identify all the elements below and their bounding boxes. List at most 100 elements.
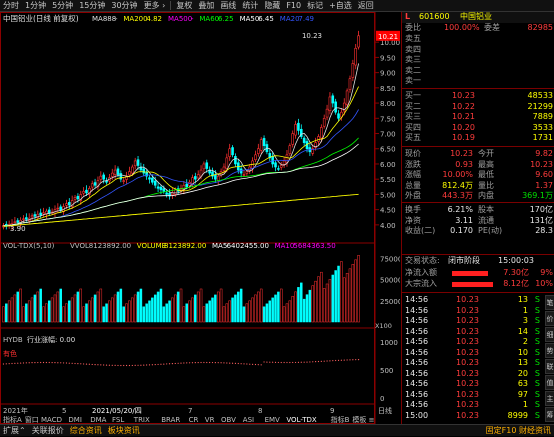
statusbar-right[interactable]: 固定F10 财经资讯	[483, 425, 554, 437]
toolbar-item-14[interactable]: 返回	[355, 0, 377, 12]
volume-bar	[142, 306, 146, 323]
side-tab[interactable]: 势	[545, 343, 554, 358]
indicator-tab: OBV	[221, 416, 236, 424]
stat-row: 净资 3.11 流通 131亿	[402, 216, 554, 227]
candle-body	[325, 108, 329, 118]
statusbar-item-0[interactable]: 扩展⌃	[0, 425, 29, 437]
statusbar-item-1[interactable]: 关联报价	[29, 425, 67, 437]
candle-body	[348, 78, 352, 90]
volume-bar	[27, 300, 31, 323]
stats-divider-2	[402, 202, 554, 203]
toolbar-item-11[interactable]: F10	[283, 0, 304, 12]
volume-bar	[297, 287, 300, 323]
volume-bar	[25, 303, 28, 323]
volume-bar	[93, 294, 97, 323]
stat-value: 10.23	[530, 159, 553, 169]
ma-label-value: 6.45	[258, 15, 274, 23]
stat-value: 3.11	[455, 215, 473, 225]
toolbar-item-4[interactable]: 30分钟	[108, 0, 140, 12]
netflow-row: 净流入额 7.30亿 9%	[402, 268, 554, 279]
netflow-pct: 10%	[535, 279, 553, 288]
candle-body	[102, 174, 105, 180]
candle-body	[285, 154, 289, 163]
toolbar-item-12[interactable]: 标记	[304, 0, 326, 12]
vol-series-name: VVOL	[70, 242, 89, 250]
side-tab[interactable]: 价	[545, 311, 554, 326]
volume-bar	[105, 303, 108, 323]
side-tab[interactable]: 值	[545, 375, 554, 390]
hydb-dot	[100, 364, 102, 366]
volume-bar	[99, 288, 103, 323]
chart-title: 中国铝业(日线 前复权)	[3, 13, 79, 23]
volume-bar	[328, 279, 332, 323]
side-tab[interactable]: 联	[545, 359, 554, 374]
volume-bar	[228, 300, 231, 323]
toolbar-item-0[interactable]: 分时	[0, 0, 22, 12]
toolbar-item-2[interactable]: 5分钟	[49, 0, 76, 12]
sell-row: 卖二	[402, 66, 554, 77]
toolbar-item-10[interactable]: 隐藏	[261, 0, 283, 12]
sell-label: 卖一	[405, 76, 421, 86]
candle-body	[113, 169, 117, 175]
toolbar-item-13[interactable]: +自选	[326, 0, 355, 12]
toolbar-item-7[interactable]: 叠加	[195, 0, 217, 12]
volume-bar	[108, 300, 111, 323]
trade-status-time: 15:00:03	[498, 256, 534, 265]
hydb-dot	[17, 362, 19, 364]
toolbar-item-8[interactable]: 画线	[217, 0, 239, 12]
side-tab[interactable]: 主	[545, 391, 554, 406]
statusbar-item-3[interactable]: 板块资讯	[105, 425, 143, 437]
tick-dir: S	[534, 347, 540, 357]
toolbar-item-9[interactable]: 统计	[239, 0, 261, 12]
hydb-dot	[163, 363, 165, 365]
tick-row: 14:56 10.23 13 S	[402, 358, 542, 369]
ma-label-value: 6.25	[218, 15, 234, 23]
indicator-tab: FSL	[112, 416, 124, 424]
hydb-dot	[312, 361, 314, 363]
tick-price: 10.23	[456, 305, 479, 315]
hydb-dot	[315, 361, 317, 363]
hydb-dot	[125, 364, 128, 367]
chart-area[interactable]: 中国铝业(日线 前复权) MA888- MA200 4.82 MA500- MA60 6.2…	[0, 12, 402, 424]
tick-vol: 10	[517, 347, 528, 357]
candle-body	[73, 197, 77, 200]
toolbar-item-6[interactable]: 复权	[173, 0, 195, 12]
hydb-dot	[357, 358, 360, 361]
stat-label: 收益(二)	[405, 226, 436, 236]
volume-bar	[68, 300, 71, 323]
side-tab[interactable]: 笔	[545, 295, 554, 310]
side-tab[interactable]: 细	[545, 327, 554, 342]
candle-body	[16, 220, 20, 223]
toolbar-item-3[interactable]: 15分钟	[76, 0, 108, 12]
tick-vol: 97	[517, 389, 528, 399]
toolbar-item-1[interactable]: 1分钟	[22, 0, 49, 12]
candle-body	[133, 160, 137, 167]
stats-divider-3	[402, 254, 554, 255]
volume-bar	[317, 276, 320, 323]
candle-body	[322, 117, 326, 127]
volume-bar	[73, 294, 77, 323]
candle-body	[42, 212, 45, 215]
volume-bar	[85, 303, 88, 323]
buy-row: 买一 10.23 48533	[402, 91, 554, 102]
ticks-divider	[402, 292, 554, 293]
volume-bar	[274, 294, 277, 323]
volume-bar	[259, 288, 263, 323]
hydb-dot	[292, 361, 294, 364]
stat-label: 涨跌	[405, 159, 421, 169]
tick-time: 14:56	[405, 295, 429, 304]
quote-panel: L 601600 中国铝业 委比 100.00% 委差 82985 卖五 卖四 卖三…	[401, 12, 554, 424]
statusbar-item-2[interactable]: 综合资讯	[67, 425, 105, 437]
candle-body	[13, 221, 17, 223]
hydb-dot	[151, 364, 153, 366]
volume-bar	[113, 294, 117, 323]
hydb-dot	[37, 361, 39, 364]
volume-bar	[279, 288, 283, 323]
side-tab[interactable]: 筹	[545, 407, 554, 422]
hydb-tick-label: 500	[380, 367, 393, 375]
volume-bar	[16, 291, 20, 323]
volume-bar	[254, 294, 257, 323]
stat-label: 内盘	[478, 191, 494, 201]
volume-bar	[19, 288, 22, 323]
toolbar-item-5[interactable]: 更多 ›	[141, 0, 169, 12]
